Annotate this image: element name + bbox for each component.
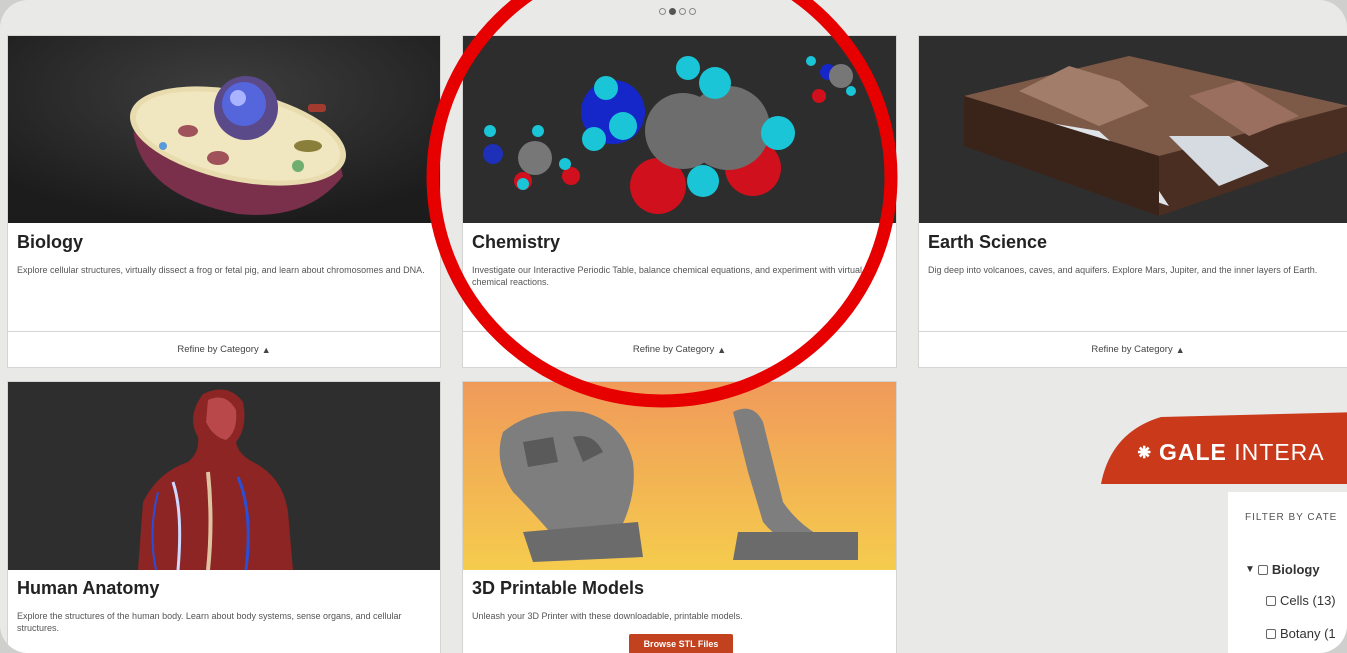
card-title[interactable]: Biology — [17, 232, 83, 253]
gale-logo-icon: ⁕ — [1135, 440, 1154, 465]
chevron-up-icon: ▲ — [717, 344, 727, 355]
chevron-up-icon: ▲ — [261, 344, 271, 355]
carousel-dot[interactable] — [689, 8, 696, 15]
anatomy-body-image[interactable] — [8, 382, 440, 570]
card-description: Investigate our Interactive Periodic Tab… — [472, 265, 863, 287]
checkbox[interactable] — [1266, 595, 1276, 606]
carousel-dot-active[interactable] — [669, 8, 676, 15]
card-biology[interactable]: Biology Explore cellular structures, vir… — [7, 35, 441, 368]
refine-by-category-button[interactable]: Refine by Category ▲ — [8, 331, 440, 367]
carousel-dots — [659, 8, 696, 15]
checkbox[interactable] — [1257, 564, 1268, 575]
card-description: Explore cellular structures, virtually d… — [17, 265, 425, 275]
card-title[interactable]: Chemistry — [472, 232, 560, 253]
biology-cell-image[interactable] — [8, 36, 440, 223]
card-description: Explore the structures of the human body… — [17, 611, 402, 633]
carousel-dot[interactable] — [679, 8, 686, 15]
filter-panel: FILTER BY CATE ▼ Biology Cells (13) Bota… — [1228, 492, 1347, 653]
filter-item-biology[interactable]: ▼ Biology — [1245, 562, 1320, 577]
printable-models-image[interactable] — [463, 382, 896, 570]
carousel-dot[interactable] — [659, 8, 666, 15]
refine-label: Refine by Category — [177, 344, 259, 355]
card-3d-printable[interactable]: 3D Printable Models Unleash your 3D Prin… — [462, 381, 897, 653]
chevron-up-icon: ▲ — [1175, 344, 1185, 355]
chemistry-molecules-image[interactable] — [463, 36, 896, 223]
gale-logo-text: GALE INTERA — [1159, 439, 1325, 465]
card-description: Dig deep into volcanoes, caves, and aqui… — [928, 265, 1318, 275]
refine-by-category-button[interactable]: Refine by Category ▲ — [463, 331, 896, 367]
earth-terrain-image[interactable] — [919, 36, 1347, 223]
triangle-down-icon[interactable]: ▼ — [1245, 564, 1255, 575]
refine-label: Refine by Category — [1091, 344, 1173, 355]
gale-interactive-banner: ⁕ GALE INTERA — [1101, 412, 1347, 484]
filter-title: FILTER BY CATE — [1245, 512, 1338, 523]
card-human-anatomy[interactable]: Human Anatomy Explore the structures of … — [7, 381, 441, 653]
checkbox[interactable] — [1266, 628, 1276, 639]
card-title[interactable]: Human Anatomy — [17, 578, 159, 599]
card-chemistry[interactable]: Chemistry Investigate our Interactive Pe… — [462, 35, 897, 368]
filter-label: Biology — [1271, 562, 1320, 577]
filter-item-botany[interactable]: Botany (1 — [1266, 626, 1336, 641]
refine-label: Refine by Category — [632, 344, 715, 355]
card-description: Unleash your 3D Printer with these downl… — [472, 611, 743, 621]
browse-stl-files-button[interactable]: Browse STL Files — [629, 634, 733, 653]
card-title[interactable]: 3D Printable Models — [472, 578, 644, 599]
filter-item-cells[interactable]: Cells (13) — [1266, 593, 1336, 608]
screen-frame: Biology Explore cellular structures, vir… — [0, 0, 1347, 653]
card-title[interactable]: Earth Science — [928, 232, 1047, 253]
refine-by-category-button[interactable]: Refine by Category ▲ — [919, 331, 1347, 367]
filter-label: Cells (13) — [1280, 593, 1336, 608]
filter-label: Botany (1 — [1280, 626, 1336, 641]
card-earth-science[interactable]: Earth Science Dig deep into volcanoes, c… — [918, 35, 1347, 368]
